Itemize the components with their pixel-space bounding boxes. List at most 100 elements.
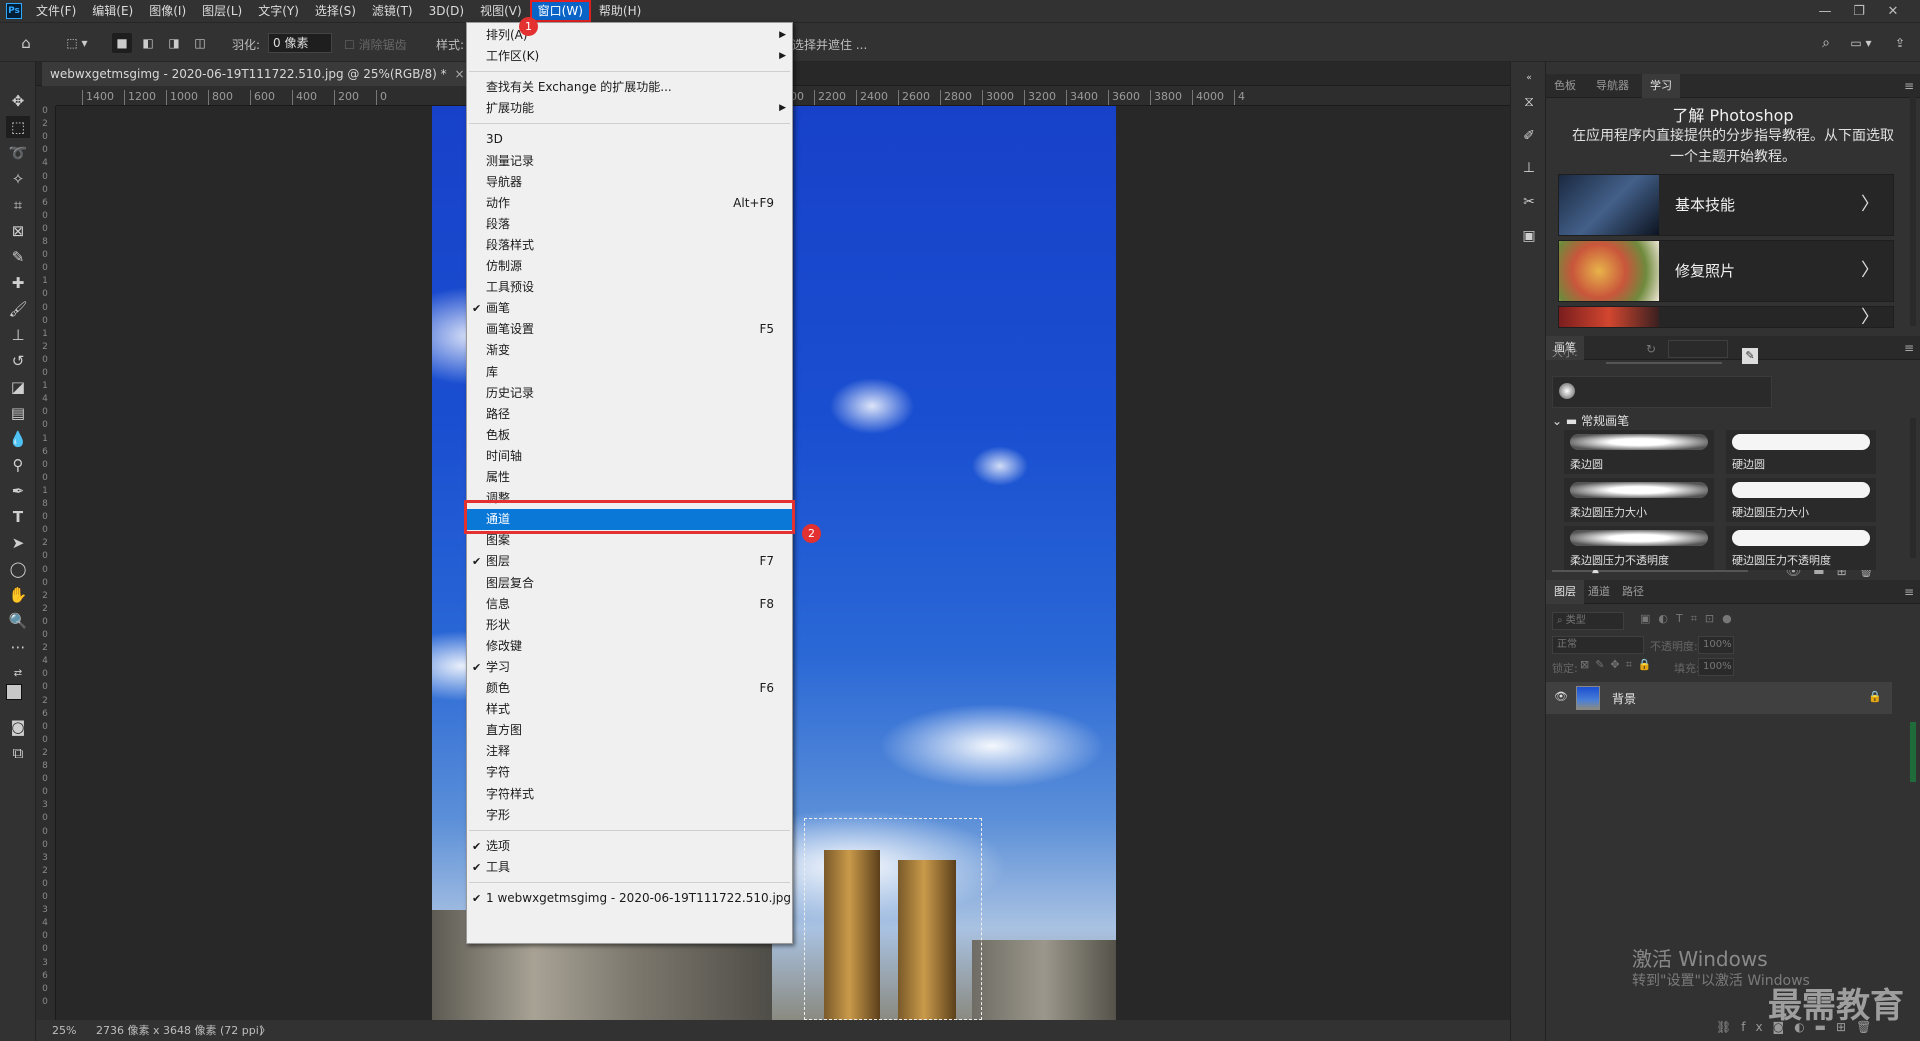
brush-scrollbar[interactable]	[1910, 418, 1916, 558]
window-menu-item[interactable]: 直方图	[467, 720, 792, 741]
blur-tool-icon[interactable]: 💧	[6, 428, 30, 450]
window-menu-item[interactable]: ✔ 图层 F7	[467, 551, 792, 572]
subtract-selection-icon[interactable]: ◨	[164, 33, 184, 53]
window-menu-item[interactable]: 动作 Alt+F9	[467, 193, 792, 214]
home-icon[interactable]: ⌂	[16, 33, 36, 53]
lock-icons[interactable]: ⊠✎✥⌗🔒	[1580, 658, 1658, 672]
move-tool-icon[interactable]: ✥	[6, 90, 30, 112]
recent-brushes[interactable]	[1552, 376, 1772, 408]
magic-wand-tool-icon[interactable]: ✧	[6, 168, 30, 190]
window-menu-item[interactable]: 工作区(K) ▶	[467, 46, 792, 67]
gradient-tool-icon[interactable]: ▤	[6, 402, 30, 424]
fill-input[interactable]: 100%	[1698, 658, 1734, 676]
window-menu-item[interactable]: 字符样式	[467, 784, 792, 805]
more-tools-icon[interactable]: ⋯	[6, 636, 30, 658]
learn-card-fix-photos[interactable]: 修复照片 〉	[1558, 240, 1894, 302]
window-menu-item[interactable]: 修改键	[467, 636, 792, 657]
window-menu-item[interactable]: 画笔设置 F5	[467, 319, 792, 340]
menu-4[interactable]: 文字(Y)	[250, 0, 307, 22]
window-menu-item[interactable]: ✔ 选项	[467, 836, 792, 857]
brush-preview-size-slider[interactable]: ▲	[1552, 565, 1748, 575]
window-menu-item[interactable]: 属性	[467, 467, 792, 488]
screen-mode-icon[interactable]: ⧉	[6, 742, 30, 764]
reset-size-icon[interactable]: ↻	[1646, 342, 1656, 356]
window-menu-item[interactable]: 测量记录	[467, 151, 792, 172]
recent-brush-icon[interactable]	[1559, 383, 1575, 399]
path-selection-tool-icon[interactable]: ➤	[6, 532, 30, 554]
brush-preset[interactable]: 硬边圆压力大小	[1726, 478, 1876, 522]
photoshop-logo-icon[interactable]: Ps	[6, 3, 22, 19]
window-menu-item[interactable]: 字符	[467, 762, 792, 783]
layer-filter-icons[interactable]: ▣◐T⌗⊡●	[1640, 612, 1740, 626]
status-menu-arrow[interactable]: 〉	[260, 1020, 271, 1041]
dodge-tool-icon[interactable]: ⚲	[6, 454, 30, 476]
menu-7[interactable]: 3D(D)	[421, 0, 472, 22]
close-window-icon[interactable]: ✕	[1876, 0, 1910, 22]
ruler-origin[interactable]	[36, 86, 56, 106]
window-menu-item[interactable]: 3D	[467, 129, 792, 150]
zoom-tool-icon[interactable]: 🔍	[6, 610, 30, 632]
history-panel-icon[interactable]: ⧖	[1517, 90, 1541, 114]
brush-settings-panel-icon[interactable]: ✐	[1517, 124, 1541, 148]
minimize-icon[interactable]: —	[1808, 0, 1842, 22]
layers-panel-menu-icon[interactable]: ≡	[1904, 580, 1914, 604]
crop-tool-icon[interactable]: ⌗	[6, 194, 30, 216]
rectangular-marquee-tool-icon[interactable]: ⬚	[6, 116, 30, 138]
brush-group-header[interactable]: ⌄ ▬ 常规画笔	[1552, 412, 1629, 429]
brush-preset[interactable]: 柔边圆压力大小	[1564, 478, 1714, 522]
clone-source-panel-icon[interactable]: ⊥	[1517, 156, 1541, 180]
clone-stamp-tool-icon[interactable]: ⊥	[6, 324, 30, 346]
search-icon[interactable]: ⌕	[1816, 33, 1836, 53]
marquee-selection[interactable]	[804, 818, 982, 1020]
learn-card-partial[interactable]: 〉	[1558, 306, 1894, 328]
window-menu-item[interactable]: 时间轴	[467, 446, 792, 467]
window-menu-item[interactable]: 样式	[467, 699, 792, 720]
menu-6[interactable]: 滤镜(T)	[364, 0, 421, 22]
marquee-preset-icon[interactable]: ⬚ ▾	[60, 33, 94, 53]
window-menu-item[interactable]: 渐变	[467, 340, 792, 361]
pen-tool-icon[interactable]: ✒	[6, 480, 30, 502]
menu-2[interactable]: 图像(I)	[141, 0, 194, 22]
share-icon[interactable]: ⇪	[1890, 33, 1910, 53]
menu-9[interactable]: 窗口(W)	[529, 0, 591, 22]
add-selection-icon[interactable]: ◧	[138, 33, 158, 53]
restore-icon[interactable]: ❐	[1842, 0, 1876, 22]
intersect-selection-icon[interactable]: ◫	[190, 33, 210, 53]
window-menu-item[interactable]: ✔ 工具	[467, 857, 792, 878]
window-menu-item[interactable]: 排列(A) ▶	[467, 25, 792, 46]
hand-tool-icon[interactable]: ✋	[6, 584, 30, 606]
tab-swatches[interactable]: 色板	[1546, 74, 1584, 98]
window-menu-item[interactable]: 形状	[467, 615, 792, 636]
window-menu-item[interactable]: 段落	[467, 214, 792, 235]
window-menu-item[interactable]: 扩展功能 ▶	[467, 98, 792, 119]
window-menu-item[interactable]: ✔ 画笔	[467, 298, 792, 319]
window-menu-item[interactable]: 信息 F8	[467, 594, 792, 615]
menu-1[interactable]: 编辑(E)	[84, 0, 141, 22]
brush-size-slider[interactable]	[1606, 362, 1722, 364]
window-menu-item[interactable]: ✔ 学习	[467, 657, 792, 678]
window-menu-item[interactable]: 色板	[467, 425, 792, 446]
ellipse-tool-icon[interactable]: ◯	[6, 558, 30, 580]
layer-row[interactable]: 👁 背景 🔒	[1546, 682, 1892, 714]
brush-size-input[interactable]	[1668, 340, 1728, 358]
menu-3[interactable]: 图层(L)	[194, 0, 250, 22]
layer-filter-select[interactable]: ⌕ 类型	[1552, 612, 1624, 630]
eraser-tool-icon[interactable]: ◪	[6, 376, 30, 398]
brush-preset[interactable]: 柔边圆	[1564, 430, 1714, 474]
foreground-color-swatch[interactable]	[6, 684, 22, 700]
window-menu-item[interactable]: 注释	[467, 741, 792, 762]
swap-colors-icon[interactable]: ⇄	[6, 662, 30, 684]
healing-brush-tool-icon[interactable]: ✚	[6, 272, 30, 294]
menu-10[interactable]: 帮助(H)	[591, 0, 649, 22]
blend-mode-select[interactable]: 正常	[1552, 636, 1644, 654]
tab-layers[interactable]: 图层	[1546, 580, 1584, 604]
window-menu-item[interactable]: 历史记录	[467, 383, 792, 404]
document-tab[interactable]: webwxgetmsgimg - 2020-06-19T111722.510.j…	[42, 62, 473, 86]
tab-navigator[interactable]: 导航器	[1588, 74, 1637, 98]
brush-panel-menu-icon[interactable]: ≡	[1904, 336, 1914, 360]
frame-tool-icon[interactable]: ⊠	[6, 220, 30, 242]
brush-preset[interactable]: 硬边圆	[1726, 430, 1876, 474]
collapse-dock-icon[interactable]: «	[1517, 66, 1541, 90]
tab-paths[interactable]: 路径	[1614, 580, 1652, 604]
window-menu-item[interactable]: ✔ 1 webwxgetmsgimg - 2020-06-19T111722.51…	[467, 888, 792, 909]
